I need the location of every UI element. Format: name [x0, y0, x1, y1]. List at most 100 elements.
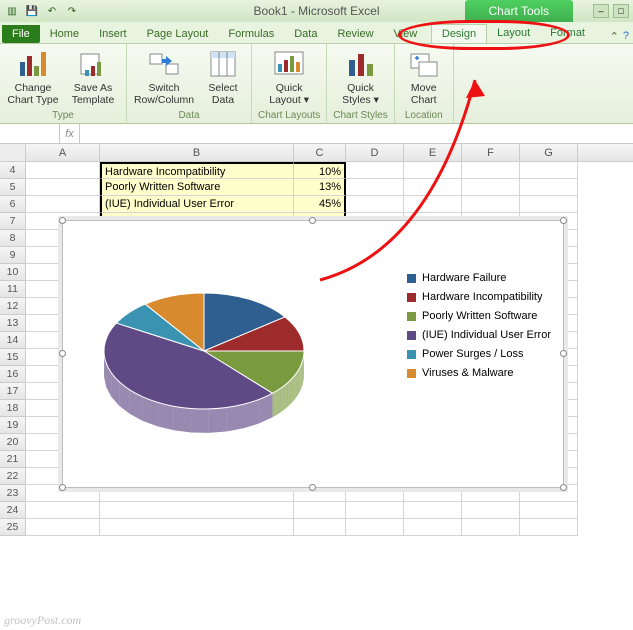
formula-input[interactable]: [80, 124, 633, 143]
row-header[interactable]: 23: [0, 485, 26, 502]
cell[interactable]: [462, 196, 520, 213]
row-header[interactable]: 25: [0, 519, 26, 536]
switch-row-column-button[interactable]: Switch Row/Column: [133, 46, 195, 109]
row-header[interactable]: 10: [0, 264, 26, 281]
cell[interactable]: (IUE) Individual User Error: [100, 196, 294, 213]
row-header[interactable]: 24: [0, 502, 26, 519]
tab-design[interactable]: Design: [431, 24, 487, 43]
save-icon[interactable]: 💾: [24, 3, 40, 19]
save-as-template-button[interactable]: Save As Template: [66, 46, 120, 109]
cell[interactable]: [100, 502, 294, 519]
row-header[interactable]: 6: [0, 196, 26, 213]
cell[interactable]: [346, 162, 404, 179]
redo-icon[interactable]: ↷: [64, 3, 80, 19]
change-chart-type-button[interactable]: Change Chart Type: [6, 46, 60, 109]
legend-swatch: [407, 274, 416, 283]
cell[interactable]: [100, 519, 294, 536]
cell[interactable]: 10%: [294, 162, 346, 179]
row-header[interactable]: 20: [0, 434, 26, 451]
col-header-f[interactable]: F: [462, 144, 520, 161]
cell[interactable]: [294, 519, 346, 536]
cell[interactable]: [346, 519, 404, 536]
cell[interactable]: [404, 196, 462, 213]
tab-insert[interactable]: Insert: [89, 25, 137, 43]
tab-home[interactable]: Home: [40, 25, 89, 43]
quick-styles-button[interactable]: Quick Styles ▾: [337, 46, 385, 109]
tab-file[interactable]: File: [2, 25, 40, 43]
cell[interactable]: [404, 502, 462, 519]
cell[interactable]: Hardware Incompatibility: [100, 162, 294, 179]
cell[interactable]: [404, 519, 462, 536]
row-header[interactable]: 17: [0, 383, 26, 400]
tab-format[interactable]: Format: [540, 24, 595, 43]
cell[interactable]: [294, 502, 346, 519]
col-header-b[interactable]: B: [100, 144, 294, 161]
cell[interactable]: [346, 179, 404, 196]
tab-data[interactable]: Data: [284, 25, 327, 43]
row-header[interactable]: 16: [0, 366, 26, 383]
col-header-a[interactable]: A: [26, 144, 100, 161]
cell[interactable]: [404, 162, 462, 179]
col-header-g[interactable]: G: [520, 144, 578, 161]
row-header[interactable]: 13: [0, 315, 26, 332]
cell[interactable]: [26, 162, 100, 179]
ribbon-minimize-icon[interactable]: ⌃: [610, 30, 619, 43]
cell[interactable]: [462, 179, 520, 196]
cell[interactable]: 13%: [294, 179, 346, 196]
help-icon[interactable]: ?: [623, 30, 629, 43]
cell[interactable]: [462, 162, 520, 179]
cell[interactable]: [462, 502, 520, 519]
fx-icon[interactable]: fx: [60, 124, 80, 143]
legend-item: (IUE) Individual User Error: [407, 329, 551, 341]
row-header[interactable]: 4: [0, 162, 26, 179]
row-header[interactable]: 19: [0, 417, 26, 434]
row-header[interactable]: 15: [0, 349, 26, 366]
tab-review[interactable]: Review: [327, 25, 383, 43]
row-header[interactable]: 5: [0, 179, 26, 196]
col-header-d[interactable]: D: [346, 144, 404, 161]
cell[interactable]: [520, 162, 578, 179]
cell[interactable]: [26, 502, 100, 519]
cell[interactable]: [520, 519, 578, 536]
tab-page-layout[interactable]: Page Layout: [137, 25, 219, 43]
cell[interactable]: 45%: [294, 196, 346, 213]
row-header[interactable]: 8: [0, 230, 26, 247]
cell[interactable]: [404, 179, 462, 196]
minimize-button[interactable]: –: [593, 4, 609, 18]
name-box[interactable]: [0, 124, 60, 143]
cell[interactable]: [520, 196, 578, 213]
row-header[interactable]: 14: [0, 332, 26, 349]
cell[interactable]: [26, 179, 100, 196]
cell[interactable]: [26, 196, 100, 213]
tab-view[interactable]: View: [384, 25, 428, 43]
cell[interactable]: [346, 502, 404, 519]
row-header[interactable]: 11: [0, 281, 26, 298]
quick-layout-icon: [273, 48, 305, 80]
row-header[interactable]: 22: [0, 468, 26, 485]
cell[interactable]: [520, 179, 578, 196]
col-header-e[interactable]: E: [404, 144, 462, 161]
cell[interactable]: [462, 519, 520, 536]
select-data-button[interactable]: Select Data: [201, 46, 245, 109]
tab-layout[interactable]: Layout: [487, 24, 540, 43]
row-header[interactable]: 21: [0, 451, 26, 468]
undo-icon[interactable]: ↶: [44, 3, 60, 19]
group-chart-layouts: Quick Layout ▾ Chart Layouts: [252, 44, 327, 123]
cell[interactable]: [520, 502, 578, 519]
row-header[interactable]: 7: [0, 213, 26, 230]
row-header[interactable]: 18: [0, 400, 26, 417]
table-row: 5 Poorly Written Software 13%: [0, 179, 633, 196]
select-all-corner[interactable]: [0, 144, 26, 161]
quick-layout-button[interactable]: Quick Layout ▾: [264, 46, 314, 109]
col-header-c[interactable]: C: [294, 144, 346, 161]
move-chart-icon: [408, 48, 440, 80]
restore-button[interactable]: □: [613, 4, 629, 18]
cell[interactable]: [346, 196, 404, 213]
tab-formulas[interactable]: Formulas: [218, 25, 284, 43]
cell[interactable]: [26, 519, 100, 536]
row-header[interactable]: 9: [0, 247, 26, 264]
move-chart-button[interactable]: Move Chart: [401, 46, 447, 109]
embedded-chart[interactable]: Hardware FailureHardware Incompatibility…: [62, 220, 564, 488]
cell[interactable]: Poorly Written Software: [100, 179, 294, 196]
row-header[interactable]: 12: [0, 298, 26, 315]
